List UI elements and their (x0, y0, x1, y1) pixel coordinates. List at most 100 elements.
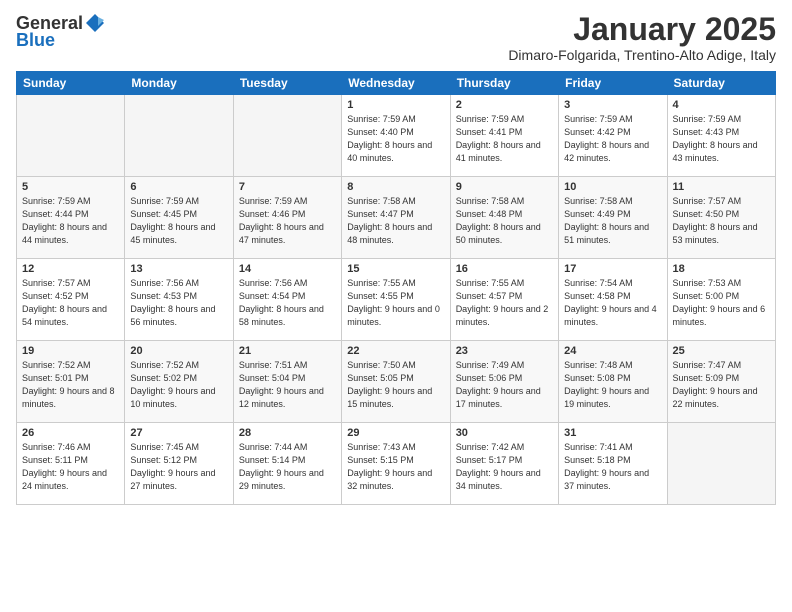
week-row-5: 26Sunrise: 7:46 AMSunset: 5:11 PMDayligh… (17, 423, 776, 505)
calendar-cell: 25Sunrise: 7:47 AMSunset: 5:09 PMDayligh… (667, 341, 775, 423)
weekday-header-saturday: Saturday (667, 72, 775, 95)
day-number: 17 (564, 263, 661, 275)
day-info: Sunrise: 7:56 AMSunset: 4:54 PMDaylight:… (239, 277, 336, 329)
day-number: 15 (347, 263, 444, 275)
calendar-cell: 24 Sunrise: 7:48 AMSunset: 5:08 PMDayligh… (559, 341, 667, 423)
weekday-header-sunday: Sunday (17, 72, 125, 95)
day-number: 1 (347, 99, 444, 111)
calendar-table: SundayMondayTuesdayWednesdayThursdayFrid… (16, 71, 776, 505)
calendar-cell: 27Sunrise: 7:45 AMSunset: 5:12 PMDayligh… (125, 423, 233, 505)
title-area: January 2025 Dimaro-Folgarida, Trentino-… (508, 12, 776, 63)
logo: General Blue (16, 12, 107, 51)
day-number: 22 (347, 345, 444, 357)
day-number: 31 (564, 427, 661, 439)
day-info: Sunrise: 7:58 AMSunset: 4:49 PMDaylight:… (564, 195, 661, 247)
day-number: 28 (239, 427, 336, 439)
day-info: Sunrise: 7:43 AMSunset: 5:15 PMDaylight:… (347, 441, 444, 493)
calendar-cell: 30 Sunrise: 7:42 AMSunset: 5:17 PMDayligh… (450, 423, 558, 505)
day-number: 12 (22, 263, 119, 275)
day-info: Sunrise: 7:50 AMSunset: 5:05 PMDaylight:… (347, 359, 444, 411)
calendar-cell: 19Sunrise: 7:52 AMSunset: 5:01 PMDayligh… (17, 341, 125, 423)
weekday-header-tuesday: Tuesday (233, 72, 341, 95)
calendar-cell (125, 95, 233, 177)
day-number: 19 (22, 345, 119, 357)
calendar-cell: 23 Sunrise: 7:49 AMSunset: 5:06 PMDayligh… (450, 341, 558, 423)
calendar-cell: 11 Sunrise: 7:57 AMSunset: 4:50 PMDayligh… (667, 177, 775, 259)
day-info: Sunrise: 7:57 AMSunset: 4:52 PMDaylight:… (22, 277, 119, 329)
day-info: Sunrise: 7:59 AMSunset: 4:40 PMDaylight:… (347, 113, 444, 165)
day-number: 20 (130, 345, 227, 357)
day-info: Sunrise: 7:47 AMSunset: 5:09 PMDaylight:… (673, 359, 770, 411)
day-info: Sunrise: 7:58 AMSunset: 4:47 PMDaylight:… (347, 195, 444, 247)
weekday-header-wednesday: Wednesday (342, 72, 450, 95)
day-info: Sunrise: 7:59 AMSunset: 4:43 PMDaylight:… (673, 113, 770, 165)
day-info: Sunrise: 7:58 AMSunset: 4:48 PMDaylight:… (456, 195, 553, 247)
calendar-cell: 14 Sunrise: 7:56 AMSunset: 4:54 PMDayligh… (233, 259, 341, 341)
calendar-cell: 26Sunrise: 7:46 AMSunset: 5:11 PMDayligh… (17, 423, 125, 505)
header: General Blue January 2025 Dimaro-Folgari… (16, 12, 776, 63)
day-number: 27 (130, 427, 227, 439)
weekday-header-monday: Monday (125, 72, 233, 95)
day-number: 4 (673, 99, 770, 111)
day-number: 24 (564, 345, 661, 357)
logo-flag-icon (84, 12, 106, 34)
day-info: Sunrise: 7:48 AMSunset: 5:08 PMDaylight:… (564, 359, 661, 411)
calendar-cell: 18Sunrise: 7:53 AMSunset: 5:00 PMDayligh… (667, 259, 775, 341)
day-info: Sunrise: 7:44 AMSunset: 5:14 PMDaylight:… (239, 441, 336, 493)
day-info: Sunrise: 7:49 AMSunset: 5:06 PMDaylight:… (456, 359, 553, 411)
calendar-cell: 13 Sunrise: 7:56 AMSunset: 4:53 PMDayligh… (125, 259, 233, 341)
calendar-cell: 17 Sunrise: 7:54 AMSunset: 4:58 PMDayligh… (559, 259, 667, 341)
day-info: Sunrise: 7:59 AMSunset: 4:44 PMDaylight:… (22, 195, 119, 247)
day-info: Sunrise: 7:51 AMSunset: 5:04 PMDaylight:… (239, 359, 336, 411)
location-title: Dimaro-Folgarida, Trentino-Alto Adige, I… (508, 47, 776, 63)
day-number: 6 (130, 181, 227, 193)
month-title: January 2025 (508, 12, 776, 47)
calendar-cell: 3Sunrise: 7:59 AMSunset: 4:42 PMDaylight… (559, 95, 667, 177)
calendar-cell: 6 Sunrise: 7:59 AMSunset: 4:45 PMDaylight… (125, 177, 233, 259)
day-number: 3 (564, 99, 661, 111)
calendar-cell: 16Sunrise: 7:55 AMSunset: 4:57 PMDayligh… (450, 259, 558, 341)
calendar-cell: 9 Sunrise: 7:58 AMSunset: 4:48 PMDaylight… (450, 177, 558, 259)
calendar-cell: 29Sunrise: 7:43 AMSunset: 5:15 PMDayligh… (342, 423, 450, 505)
week-row-1: 1 Sunrise: 7:59 AMSunset: 4:40 PMDaylight… (17, 95, 776, 177)
day-info: Sunrise: 7:42 AMSunset: 5:17 PMDaylight:… (456, 441, 553, 493)
day-number: 10 (564, 181, 661, 193)
day-number: 8 (347, 181, 444, 193)
day-info: Sunrise: 7:59 AMSunset: 4:45 PMDaylight:… (130, 195, 227, 247)
day-number: 21 (239, 345, 336, 357)
calendar-cell: 4 Sunrise: 7:59 AMSunset: 4:43 PMDaylight… (667, 95, 775, 177)
calendar-cell: 7 Sunrise: 7:59 AMSunset: 4:46 PMDaylight… (233, 177, 341, 259)
calendar-cell (17, 95, 125, 177)
calendar-cell: 12 Sunrise: 7:57 AMSunset: 4:52 PMDayligh… (17, 259, 125, 341)
day-info: Sunrise: 7:52 AMSunset: 5:02 PMDaylight:… (130, 359, 227, 411)
day-info: Sunrise: 7:55 AMSunset: 4:55 PMDaylight:… (347, 277, 444, 329)
calendar-cell: 8 Sunrise: 7:58 AMSunset: 4:47 PMDaylight… (342, 177, 450, 259)
calendar-cell (667, 423, 775, 505)
day-number: 11 (673, 181, 770, 193)
day-info: Sunrise: 7:54 AMSunset: 4:58 PMDaylight:… (564, 277, 661, 329)
week-row-4: 19Sunrise: 7:52 AMSunset: 5:01 PMDayligh… (17, 341, 776, 423)
calendar-cell: 1 Sunrise: 7:59 AMSunset: 4:40 PMDaylight… (342, 95, 450, 177)
week-row-2: 5 Sunrise: 7:59 AMSunset: 4:44 PMDaylight… (17, 177, 776, 259)
calendar-cell (233, 95, 341, 177)
calendar-cell: 31Sunrise: 7:41 AMSunset: 5:18 PMDayligh… (559, 423, 667, 505)
page: General Blue January 2025 Dimaro-Folgari… (0, 0, 792, 513)
day-number: 5 (22, 181, 119, 193)
day-info: Sunrise: 7:56 AMSunset: 4:53 PMDaylight:… (130, 277, 227, 329)
calendar-cell: 5 Sunrise: 7:59 AMSunset: 4:44 PMDaylight… (17, 177, 125, 259)
weekday-header-thursday: Thursday (450, 72, 558, 95)
day-info: Sunrise: 7:57 AMSunset: 4:50 PMDaylight:… (673, 195, 770, 247)
calendar-cell: 15 Sunrise: 7:55 AMSunset: 4:55 PMDayligh… (342, 259, 450, 341)
calendar-cell: 20 Sunrise: 7:52 AMSunset: 5:02 PMDayligh… (125, 341, 233, 423)
day-info: Sunrise: 7:53 AMSunset: 5:00 PMDaylight:… (673, 277, 770, 329)
calendar-cell: 28 Sunrise: 7:44 AMSunset: 5:14 PMDayligh… (233, 423, 341, 505)
day-info: Sunrise: 7:59 AMSunset: 4:46 PMDaylight:… (239, 195, 336, 247)
day-number: 30 (456, 427, 553, 439)
calendar-cell: 10 Sunrise: 7:58 AMSunset: 4:49 PMDayligh… (559, 177, 667, 259)
day-number: 9 (456, 181, 553, 193)
weekday-header-friday: Friday (559, 72, 667, 95)
day-number: 7 (239, 181, 336, 193)
day-number: 13 (130, 263, 227, 275)
day-number: 23 (456, 345, 553, 357)
day-number: 14 (239, 263, 336, 275)
